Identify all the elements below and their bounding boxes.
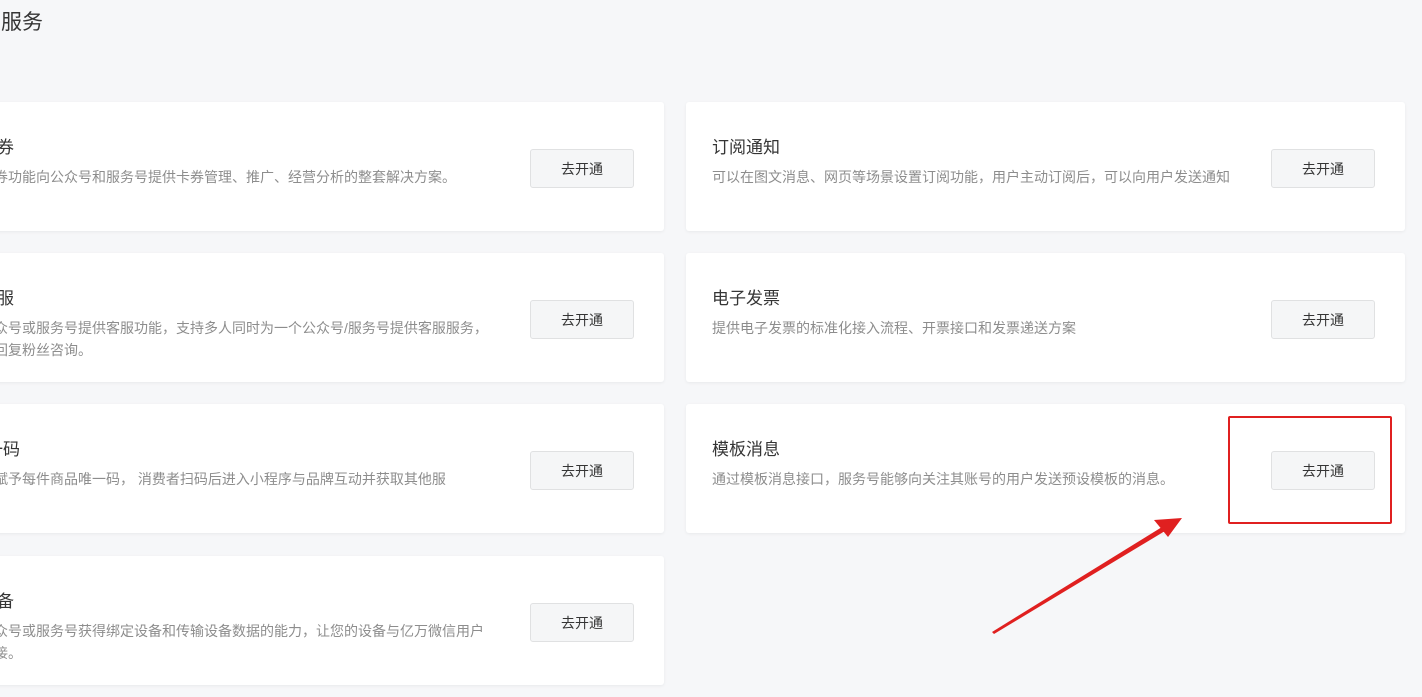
annotation-arrow-icon bbox=[992, 518, 1182, 634]
